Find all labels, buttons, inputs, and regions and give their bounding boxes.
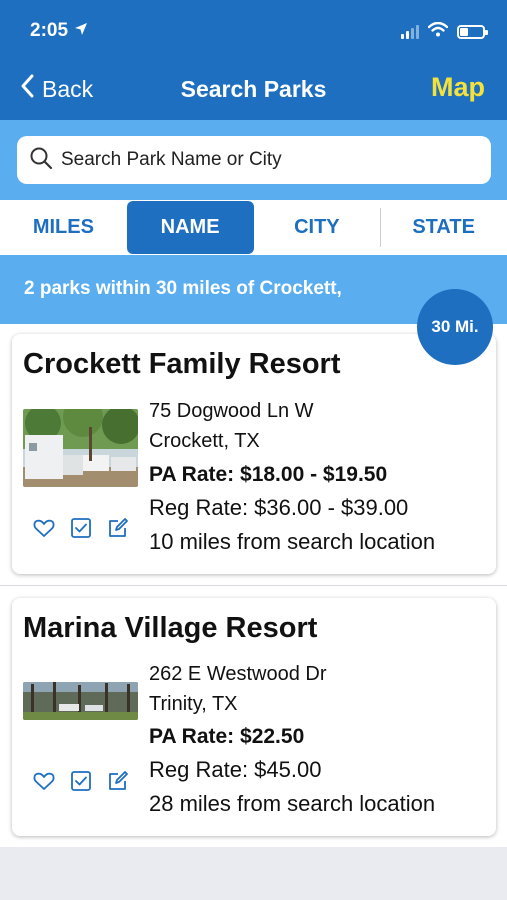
park-distance: 10 miles from search location	[149, 529, 436, 554]
heart-icon[interactable]	[32, 516, 56, 540]
checkbox-icon[interactable]	[69, 769, 93, 793]
edit-icon[interactable]	[106, 516, 130, 540]
park-name: Crockett Family Resort	[23, 348, 341, 380]
park-photo	[23, 409, 138, 487]
map-button[interactable]: Map	[431, 72, 485, 103]
radius-badge[interactable]: 30 Mi.	[417, 289, 493, 365]
card-actions	[32, 516, 130, 540]
tab-state[interactable]: STATE	[380, 200, 507, 255]
search-icon	[29, 146, 53, 175]
card-actions	[32, 769, 130, 793]
park-address-line2: Crockett, TX	[149, 430, 260, 452]
tab-name[interactable]: NAME	[126, 201, 254, 254]
park-address-line1: 75 Dogwood Ln W	[149, 400, 314, 422]
park-distance: 28 miles from search location	[149, 791, 436, 816]
park-photo	[23, 682, 138, 720]
park-card[interactable]: Marina Village Resort 262 E Westwood Dr …	[12, 598, 496, 836]
checkbox-icon[interactable]	[69, 516, 93, 540]
status-indicators	[401, 21, 488, 42]
park-address-line1: 262 E Westwood Dr	[149, 663, 327, 685]
park-pa-rate: PA Rate: $22.50	[149, 725, 305, 748]
park-pa-rate: PA Rate: $18.00 - $19.50	[149, 463, 388, 486]
list-footer-space	[0, 847, 507, 900]
sort-tabs: MILES NAME CITY STATE	[0, 200, 507, 255]
chevron-left-icon	[20, 74, 34, 104]
status-time-label: 2:05	[30, 20, 69, 41]
battery-icon	[457, 25, 488, 39]
back-button[interactable]: Back	[20, 74, 93, 104]
heart-icon[interactable]	[32, 769, 56, 793]
app-header: 2:05 Back Search Parks Map	[0, 0, 507, 120]
tab-city[interactable]: CITY	[254, 200, 381, 255]
status-time: 2:05	[30, 20, 88, 42]
edit-icon[interactable]	[106, 769, 130, 793]
search-input[interactable]	[61, 149, 481, 171]
park-address-line2: Trinity, TX	[149, 693, 238, 715]
signal-icon	[401, 25, 419, 39]
park-card[interactable]: Crockett Family Resort 75 Dogwood Ln W C…	[12, 334, 496, 574]
list-divider	[0, 585, 507, 586]
park-reg-rate: Reg Rate: $45.00	[149, 757, 322, 782]
park-reg-rate: Reg Rate: $36.00 - $39.00	[149, 495, 409, 520]
page-title: Search Parks	[180, 76, 327, 102]
wifi-icon	[427, 21, 449, 42]
park-name: Marina Village Resort	[23, 612, 318, 644]
results-summary: 2 parks within 30 miles of Crockett,	[24, 278, 342, 299]
back-label: Back	[42, 75, 94, 102]
search-box[interactable]	[17, 136, 491, 184]
location-arrow-icon	[74, 20, 88, 42]
tab-miles[interactable]: MILES	[0, 200, 127, 255]
